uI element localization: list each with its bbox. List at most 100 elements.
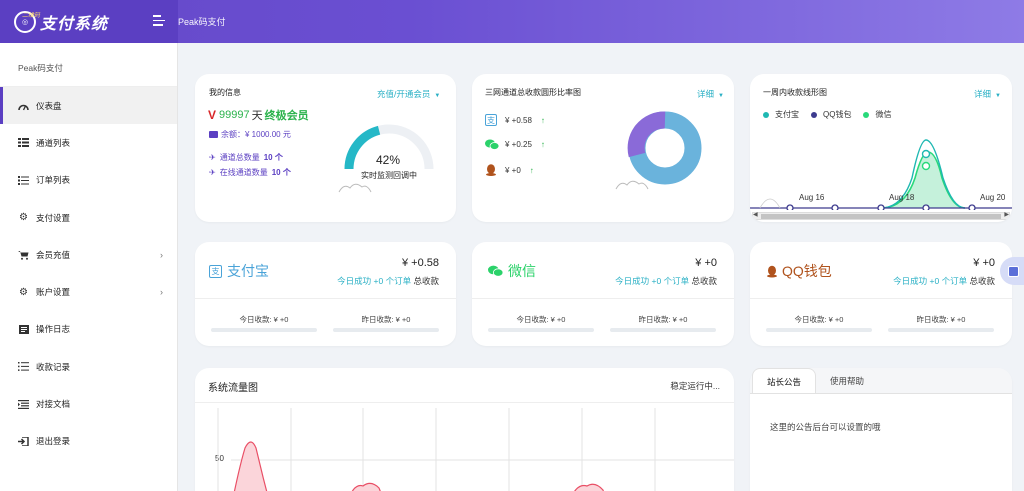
plane-icon: ✈ — [209, 153, 216, 162]
decorative-curve — [759, 198, 781, 209]
member-level: 终极会员 — [264, 110, 309, 122]
sidebar-item-logout[interactable]: 退出登录 — [0, 423, 177, 460]
balance-row: 余额： ¥ 1000.00 元 — [209, 129, 291, 140]
qq-wallet-card: QQ钱包 ¥ +0 今日成功 +0 个订单 总收款 今日收款: ¥ +0 昨日收… — [750, 242, 1012, 346]
legend-dot — [811, 111, 817, 118]
tab-announcement[interactable]: 站长公告 — [752, 368, 817, 395]
share-row-wechat: ¥ +0.25 ↑ — [485, 139, 545, 150]
caret-down-icon: ▼ — [434, 93, 441, 99]
share-detail-link[interactable]: 详细 ▼ — [697, 88, 724, 100]
sidebar-item-orders[interactable]: 订单列表 — [0, 162, 177, 199]
scroll-left-icon[interactable]: ◀ — [753, 211, 758, 218]
payment-amount: ¥ +0 — [973, 257, 995, 269]
horizontal-scrollbar[interactable]: ◀ ▶ — [752, 212, 1010, 220]
top-bar: ◎ 二维码 支付系统 Peak码支付 — [0, 0, 1024, 43]
traffic-series-area — [233, 441, 268, 491]
qq-penguin-icon — [485, 164, 497, 176]
sidebar-item-label: 会员充值 — [36, 249, 71, 260]
qq-penguin-icon — [766, 265, 778, 278]
yesterday-progress-bar — [333, 328, 439, 332]
recharge-link-label: 充值/开通会员 — [377, 89, 431, 99]
traffic-series-area — [574, 483, 604, 491]
sidebar-item-dashboard[interactable]: 仪表盘 — [0, 87, 177, 125]
menu-toggle-icon[interactable] — [153, 15, 165, 27]
sidebar-item-payment-settings[interactable]: ⚙ 支付设置 — [0, 199, 177, 236]
share-detail-label: 详细 — [697, 89, 715, 99]
sidebar-item-member-recharge[interactable]: 会员充值 › — [0, 236, 177, 273]
sidebar-item-label: 订单列表 — [36, 175, 71, 186]
plane-icon: ✈ — [209, 168, 216, 177]
exit-icon — [1008, 265, 1019, 277]
payment-today-summary: 今日成功 +0 个订单 总收款 — [337, 275, 439, 287]
payment-amount: ¥ +0.58 — [401, 257, 439, 269]
today-prefix: 今日成功 — [337, 276, 372, 286]
today-income: 今日收款: ¥ +0 — [794, 315, 844, 324]
chevron-right-icon: › — [160, 287, 163, 298]
membership-row: V 99997 天 终极会员 — [208, 107, 309, 123]
recharge-link[interactable]: 充值/开通会员 ▼ — [377, 88, 440, 100]
breadcrumb: Peak码支付 — [178, 17, 226, 27]
weekly-chart-card: 一周内收款线形图 详细 ▼ 支付宝 QQ钱包 微信 Aug 16 Aug 18 A… — [750, 74, 1012, 222]
channels-total-label: 通道总数量 — [219, 153, 260, 162]
sidebar-item-operation-log[interactable]: 操作日志 — [0, 311, 177, 348]
scrollbar-thumb[interactable] — [761, 214, 1001, 219]
weekly-detail-link[interactable]: 详细 ▼ — [974, 88, 1001, 100]
weekly-legend: 支付宝 QQ钱包 微信 — [763, 109, 891, 120]
payment-name: 微信 — [488, 261, 536, 281]
today-progress-bar — [488, 328, 594, 332]
share-donut-chart — [627, 111, 702, 185]
sidebar-item-integration-docs[interactable]: 对接文档 — [0, 385, 177, 422]
payment-today-summary: 今日成功 +0 个订单 总收款 — [893, 275, 995, 287]
today-value: +0 个订单 — [929, 276, 968, 286]
arrow-up-icon: ↑ — [540, 115, 545, 125]
traffic-chart-card: 系统流量图 稳定运行中... 50 — [195, 368, 734, 491]
sidebar-item-account-settings[interactable]: ⚙ 账户设置 › — [0, 273, 177, 310]
today-suffix: 总收款 — [969, 276, 995, 286]
caret-down-icon: ▼ — [718, 93, 724, 99]
payment-name: QQ钱包 — [766, 261, 832, 281]
scroll-right-icon[interactable]: ▶ — [1004, 211, 1009, 218]
sidebar-item-channels[interactable]: 通道列表 — [0, 124, 177, 161]
channels-total-row: ✈ 通道总数量 10 个 — [209, 152, 283, 163]
balance-value: ¥ 1000.00 元 — [245, 130, 291, 139]
notice-panel: 这里的公告后台可以设置的哦 — [750, 393, 1012, 491]
tab-help[interactable]: 使用帮助 — [816, 368, 878, 395]
point-qq — [922, 204, 930, 210]
sidebar-title: Peak码支付 — [0, 43, 177, 87]
legend-dot — [763, 111, 769, 118]
cloud-icon — [615, 180, 649, 190]
share-amount: ¥ +0.25 — [505, 140, 532, 149]
floating-side-button[interactable] — [1000, 257, 1024, 285]
legend-dot — [863, 111, 870, 118]
arrow-up-icon: ↑ — [540, 140, 545, 149]
share-chart-card: 三网通道总收款圆形比率图 详细 ▼ 支 ¥ +0.58 ↑ ¥ +0.25 ↑ ¥… — [472, 74, 734, 222]
yesterday-income: 昨日收款: ¥ +0 — [916, 315, 966, 324]
today-progress-bar — [766, 328, 872, 332]
payment-today-summary: 今日成功 +0 个订单 总收款 — [615, 275, 717, 287]
payment-name-label: 支付宝 — [227, 263, 269, 279]
monitor-percent: 42% — [375, 153, 401, 167]
days-value: 99997 — [219, 109, 250, 121]
gears-icon: ⚙ — [19, 212, 28, 224]
channels-online-label: 在线通道数量 — [219, 168, 268, 177]
my-info-card: 我的信息 充值/开通会员 ▼ V 99997 天 终极会员 余额： ¥ 1000.… — [195, 74, 456, 222]
sidebar-item-receipt-records[interactable]: 收款记录 — [0, 348, 177, 385]
payment-name-label: QQ钱包 — [782, 263, 832, 279]
monitor-label: 实时监测回调中 — [361, 171, 417, 180]
legend-label: QQ钱包 — [823, 110, 852, 119]
card-title: 我的信息 — [209, 88, 241, 97]
today-progress-bar — [211, 328, 317, 332]
sidebar-item-label: 收款记录 — [36, 361, 71, 372]
wechat-icon — [488, 265, 503, 277]
cart-icon — [18, 250, 29, 260]
point-qq — [831, 204, 839, 210]
payment-amount: ¥ +0 — [695, 257, 717, 269]
point-qq — [877, 204, 885, 210]
notice-card: 站长公告 使用帮助 这里的公告后台可以设置的哦 — [750, 368, 1012, 491]
list-icon — [18, 175, 29, 185]
divider — [195, 298, 456, 299]
channels-online-row: ✈ 在线通道数量 10 个 — [209, 167, 291, 178]
payment-name: 支 支付宝 — [209, 261, 269, 281]
today-prefix: 今日成功 — [893, 276, 928, 286]
logo-text: 支付系统 — [40, 13, 109, 33]
